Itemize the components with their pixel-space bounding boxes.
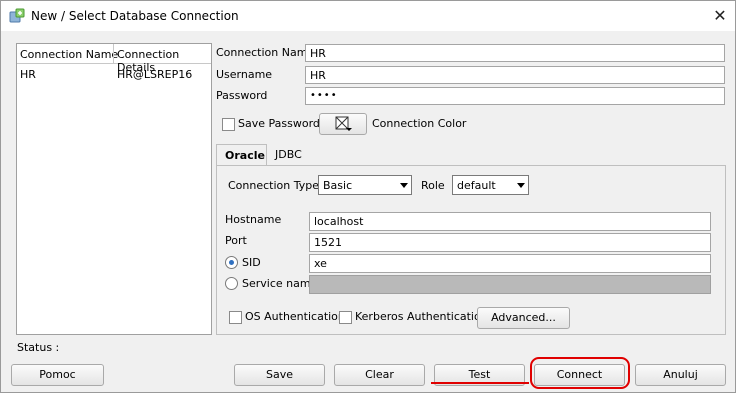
tab-jdbc[interactable]: JDBC <box>267 144 311 166</box>
username-label: Username <box>216 68 273 81</box>
hostname-input[interactable]: localhost <box>309 212 711 231</box>
connection-details-cell: HR@LSREP16 <box>117 68 193 81</box>
database-connection-icon <box>9 8 25 23</box>
color-picker-icon <box>335 116 352 131</box>
clear-button[interactable]: Clear <box>334 364 425 386</box>
role-label: Role <box>421 179 445 192</box>
connection-list[interactable]: Connection Name Connection Details HR HR… <box>16 43 212 335</box>
connection-type-value: Basic <box>323 179 353 192</box>
column-header-connection-name[interactable]: Connection Name <box>20 48 118 61</box>
save-password-checkbox[interactable] <box>222 118 235 131</box>
kerberos-authentication-label: Kerberos Authentication <box>355 310 488 323</box>
tab-oracle[interactable]: Oracle <box>216 144 267 166</box>
password-label: Password <box>216 89 268 102</box>
password-input[interactable]: •••• <box>305 87 725 105</box>
sid-radio[interactable] <box>225 256 238 269</box>
save-button[interactable]: Save <box>234 364 325 386</box>
kerberos-authentication-checkbox[interactable] <box>339 311 352 324</box>
save-password-label: Save Password <box>238 117 320 130</box>
sid-label: SID <box>242 256 261 269</box>
connection-color-button[interactable] <box>319 113 367 135</box>
help-button[interactable]: Pomoc <box>11 364 104 386</box>
cancel-button[interactable]: Anuluj <box>635 364 726 386</box>
title-bar: New / Select Database Connection ✕ <box>1 1 735 31</box>
role-value: default <box>457 179 496 192</box>
service-name-input[interactable] <box>309 275 711 294</box>
test-highlight-underline <box>431 382 529 384</box>
service-name-radio[interactable] <box>225 277 238 290</box>
connection-color-label: Connection Color <box>372 117 467 130</box>
window-title: New / Select Database Connection <box>31 9 239 23</box>
chevron-down-icon <box>400 183 408 188</box>
close-icon[interactable]: ✕ <box>709 5 731 27</box>
username-input[interactable]: HR <box>305 66 725 84</box>
dialog-window: New / Select Database Connection ✕ Conne… <box>0 0 736 393</box>
chevron-down-icon <box>517 183 525 188</box>
connection-list-header: Connection Name Connection Details <box>17 44 211 74</box>
column-divider <box>113 44 114 64</box>
port-input[interactable]: 1521 <box>309 233 711 252</box>
advanced-button[interactable]: Advanced... <box>477 307 570 329</box>
port-label: Port <box>225 234 247 247</box>
sid-input[interactable]: xe <box>309 254 711 273</box>
role-select[interactable]: default <box>452 175 529 195</box>
hostname-label: Hostname <box>225 213 282 226</box>
connection-type-select[interactable]: Basic <box>318 175 412 195</box>
connect-highlight-circle <box>530 357 630 389</box>
os-authentication-label: OS Authentication <box>245 310 345 323</box>
os-authentication-checkbox[interactable] <box>229 311 242 324</box>
connection-type-label: Connection Type <box>228 179 320 192</box>
service-name-label: Service name <box>242 277 318 290</box>
status-label: Status : <box>17 341 60 354</box>
connection-name-cell: HR <box>20 68 36 81</box>
connection-name-input[interactable]: HR <box>305 44 725 62</box>
connection-name-label: Connection Name <box>216 46 315 59</box>
